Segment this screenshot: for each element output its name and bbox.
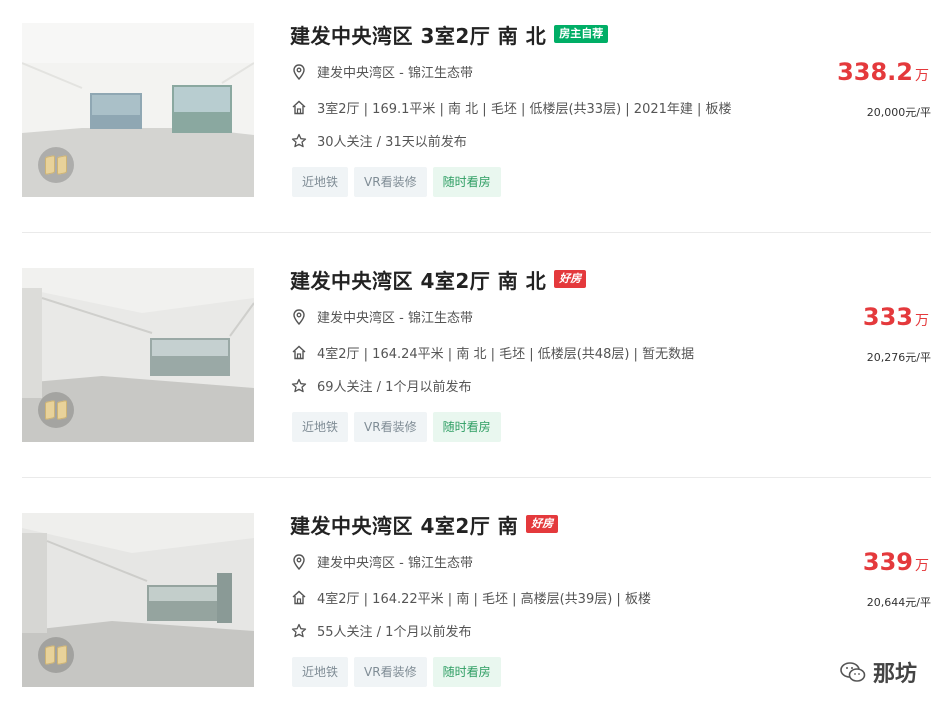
listing-photo[interactable] [22, 268, 254, 442]
location-row: 建发中央湾区 - 锦江生态带 [290, 62, 473, 81]
unit-price: 20,276元/平 [866, 351, 931, 364]
listing-photo[interactable] [22, 513, 254, 687]
chip-vr-decoration: VR看装修 [354, 657, 427, 687]
listing-title[interactable]: 建发中央湾区 4室2厅 南 北 [290, 265, 546, 294]
chip-vr-decoration: VR看装修 [354, 167, 427, 197]
location-text[interactable]: 建发中央湾区 - 锦江生态带 [317, 552, 473, 571]
chip-anytime-viewing: 随时看房 [432, 657, 501, 687]
listing-title[interactable]: 建发中央湾区 4室2厅 南 [290, 510, 518, 539]
location-pin-icon [290, 553, 308, 571]
follow-text: 69人关注 / 1个月以前发布 [317, 380, 472, 395]
total-price-value: 338.2 [837, 58, 913, 86]
location-text[interactable]: 建发中央湾区 - 锦江生态带 [317, 307, 473, 326]
star-icon [290, 132, 308, 150]
feature-chips: 近地铁 VR看装修 随时看房 [292, 657, 501, 687]
listing-card[interactable]: 建发中央湾区 4室2厅 南 好房 建发中央湾区 - 锦江生态带 4室2厅 | 1… [0, 490, 947, 714]
total-price-unit: 万 [915, 313, 929, 329]
listing-photo[interactable] [22, 23, 254, 197]
star-icon [290, 377, 308, 395]
location-pin-icon [290, 63, 308, 81]
location-text[interactable]: 建发中央湾区 - 锦江生态带 [317, 62, 473, 81]
chip-anytime-viewing: 随时看房 [432, 412, 501, 442]
listing-tag: 好房 [554, 270, 587, 288]
listing-title-row: 建发中央湾区 3室2厅 南 北 房主自荐 [290, 20, 609, 49]
follow-row: 55人关注 / 1个月以前发布 [290, 621, 471, 640]
total-price: 333 万 [863, 303, 929, 331]
chip-near-subway: 近地铁 [292, 167, 349, 197]
follow-row: 69人关注 / 1个月以前发布 [290, 376, 471, 395]
watermark-text: 那坊 [872, 662, 917, 687]
unit-price: 20,000元/平 [866, 106, 931, 119]
wechat-watermark: 那坊 [839, 656, 917, 688]
total-price: 338.2 万 [837, 58, 929, 86]
follow-text: 55人关注 / 1个月以前发布 [317, 625, 472, 640]
chip-vr-decoration: VR看装修 [354, 412, 427, 442]
listing-title-row: 建发中央湾区 4室2厅 南 北 好房 [290, 265, 587, 294]
follow-row: 30人关注 / 31天以前发布 [290, 131, 467, 150]
total-price-value: 333 [862, 303, 913, 331]
vr-view-icon[interactable] [38, 637, 74, 673]
listing-tag: 房主自荐 [554, 25, 609, 43]
wechat-icon [839, 660, 867, 684]
total-price-value: 339 [862, 548, 913, 576]
house-info-row: 4室2厅 | 164.24平米 | 南 北 | 毛坯 | 低楼层(共48层) |… [290, 343, 694, 362]
house-info-text: 4室2厅 | 164.24平米 | 南 北 | 毛坯 | 低楼层(共48层) |… [317, 347, 695, 362]
house-info-row: 3室2厅 | 169.1平米 | 南 北 | 毛坯 | 低楼层(共33层) | … [290, 98, 732, 117]
total-price: 339 万 [863, 548, 929, 576]
chip-near-subway: 近地铁 [292, 657, 349, 687]
listing-card[interactable]: 建发中央湾区 4室2厅 南 北 好房 建发中央湾区 - 锦江生态带 4室2厅 |… [0, 245, 947, 490]
house-info-text: 4室2厅 | 164.22平米 | 南 | 毛坯 | 高楼层(共39层) | 板… [317, 592, 651, 607]
listing-card[interactable]: 建发中央湾区 3室2厅 南 北 房主自荐 建发中央湾区 - 锦江生态带 3室2厅… [0, 0, 947, 245]
star-icon [290, 622, 308, 640]
listing-title[interactable]: 建发中央湾区 3室2厅 南 北 [290, 20, 546, 49]
chip-near-subway: 近地铁 [292, 412, 349, 442]
unit-price: 20,644元/平 [866, 596, 931, 609]
location-pin-icon [290, 308, 308, 326]
divider [22, 232, 931, 233]
listing-tag: 好房 [526, 515, 559, 533]
feature-chips: 近地铁 VR看装修 随时看房 [292, 167, 501, 197]
house-info-row: 4室2厅 | 164.22平米 | 南 | 毛坯 | 高楼层(共39层) | 板… [290, 588, 651, 607]
location-row: 建发中央湾区 - 锦江生态带 [290, 307, 473, 326]
location-row: 建发中央湾区 - 锦江生态带 [290, 552, 473, 571]
house-info-text: 3室2厅 | 169.1平米 | 南 北 | 毛坯 | 低楼层(共33层) | … [317, 102, 732, 117]
feature-chips: 近地铁 VR看装修 随时看房 [292, 412, 501, 442]
listing-title-row: 建发中央湾区 4室2厅 南 好房 [290, 510, 559, 539]
chip-anytime-viewing: 随时看房 [432, 167, 501, 197]
house-icon [290, 589, 308, 607]
divider [22, 477, 931, 478]
house-icon [290, 99, 308, 117]
vr-view-icon[interactable] [38, 147, 74, 183]
total-price-unit: 万 [915, 558, 929, 574]
follow-text: 30人关注 / 31天以前发布 [317, 135, 467, 150]
house-icon [290, 344, 308, 362]
total-price-unit: 万 [915, 68, 929, 84]
vr-view-icon[interactable] [38, 392, 74, 428]
